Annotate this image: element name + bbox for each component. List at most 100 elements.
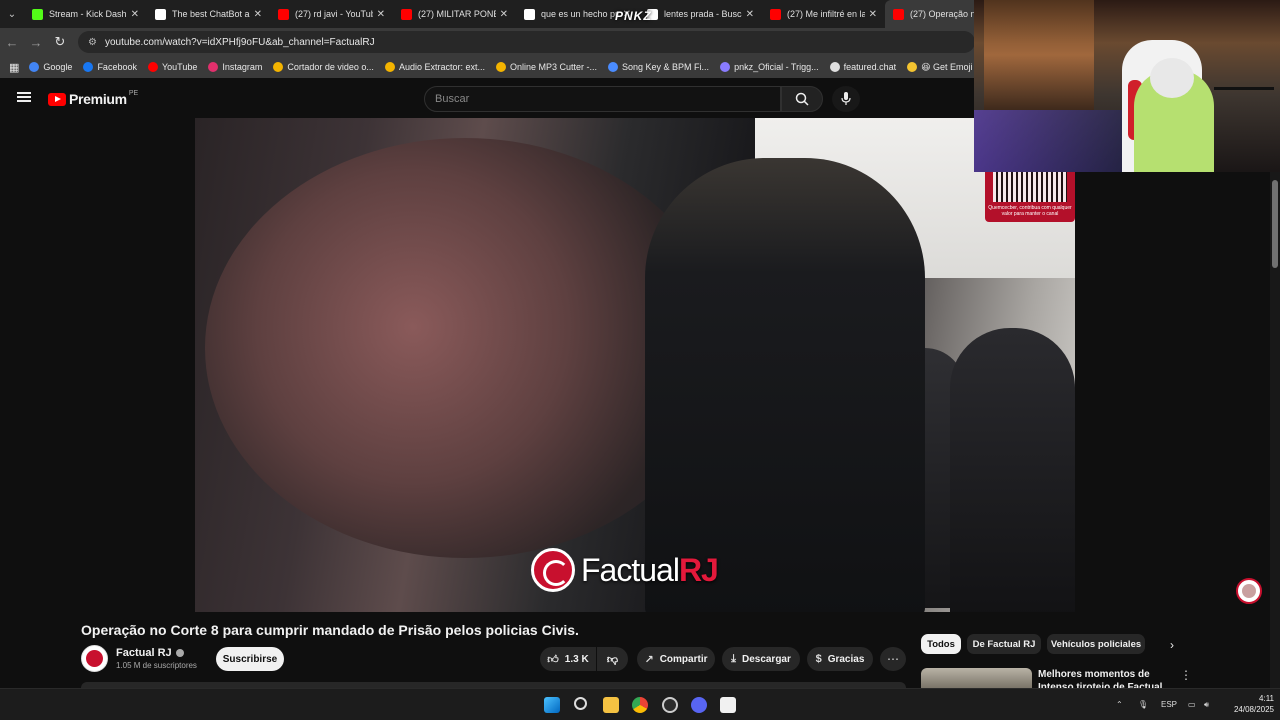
browser-tab[interactable]: Stream - Kick Dashbo ✕ [24, 0, 147, 28]
reload-icon[interactable]: ↻ [48, 34, 72, 50]
search-icon[interactable] [574, 697, 587, 710]
bookmark-item[interactable]: Instagram [208, 62, 262, 73]
bookmark-item[interactable]: Song Key & BPM Fi... [608, 62, 709, 73]
bookmark-item[interactable]: YouTube [147, 62, 198, 73]
share-label: Compartir [659, 653, 708, 665]
voice-search-button[interactable] [832, 86, 860, 112]
taskbar-clock[interactable]: 4:11 24/08/2025 [1222, 693, 1274, 715]
chip-from-channel[interactable]: De Factual RJ [967, 634, 1041, 654]
tab-close-icon[interactable]: ✕ [131, 9, 139, 20]
bookmark-label: Instagram [222, 62, 263, 72]
apps-grid-icon[interactable]: ▦ [9, 61, 19, 74]
tab-search-chevron-icon[interactable]: ⌄ [0, 0, 24, 28]
tab-close-icon[interactable]: ✕ [254, 9, 262, 20]
browser-tab[interactable]: (27) MILITAR PONE E ✕ [393, 0, 516, 28]
tab-close-icon[interactable]: ✕ [500, 9, 508, 20]
channel-name[interactable]: Factual RJ [116, 647, 172, 659]
bookmark-item[interactable]: pnkz_Oficial - Trigg... [720, 62, 819, 73]
qr-code-icon [993, 172, 1067, 202]
webcam-wall-decor [1214, 40, 1274, 90]
more-actions-button[interactable]: ⋯ [880, 647, 906, 671]
bookmark-item[interactable]: Online MP3 Cutter -... [495, 62, 597, 73]
like-button[interactable]: 👍︎ 1.3 K [540, 647, 596, 671]
bookmark-favicon-icon [907, 62, 918, 72]
url-field[interactable]: ⚙ youtube.com/watch?v=idXPHfj9oFU&ab_cha… [78, 31, 975, 53]
browser-tab[interactable]: lentes prada - Buscar ✕ [639, 0, 762, 28]
video-frame-officer [645, 158, 925, 612]
tab-close-icon[interactable]: ✕ [869, 9, 877, 20]
tab-favicon-icon [401, 8, 412, 20]
page-scrollbar[interactable] [1270, 172, 1280, 688]
tab-close-icon[interactable]: ✕ [377, 9, 385, 20]
search-icon [795, 92, 809, 106]
bookmark-item[interactable]: featured.chat [829, 62, 896, 73]
forward-arrow-icon[interactable]: → [24, 35, 48, 50]
bookmark-item[interactable]: Audio Extractor: ext... [384, 62, 485, 73]
recommended-menu-icon[interactable]: ⋮ [1180, 668, 1192, 682]
download-icon: ⤓ [731, 652, 736, 665]
bookmark-item[interactable]: Google [29, 62, 72, 73]
bookmark-favicon-icon [608, 62, 619, 72]
windows-taskbar [0, 688, 1280, 720]
tray-network-icon[interactable]: ▭ [1188, 700, 1196, 709]
tray-chevron-up-icon[interactable]: ⌃ [1116, 700, 1123, 709]
bookmark-label: pnkz_Oficial - Trigg... [734, 62, 819, 72]
browser-tab[interactable]: The best ChatBot and ✕ [147, 0, 270, 28]
qr-caption: Quemcecber, contribua com qualquer valor… [988, 205, 1072, 217]
share-button[interactable]: ↗ Compartir [637, 647, 715, 671]
tray-microphone-icon[interactable]: 🎙︎ [1138, 700, 1148, 709]
streamer-webcam [974, 0, 1280, 172]
tab-title: que es un hecho pu [541, 9, 619, 19]
logo-text: Premium [69, 91, 127, 107]
search-button[interactable] [781, 86, 823, 112]
bookmark-label: Facebook [97, 62, 137, 72]
search-input[interactable]: Buscar [424, 86, 781, 112]
bookmark-favicon-icon [83, 62, 94, 72]
tab-close-icon[interactable]: ✕ [746, 9, 754, 20]
floating-avatar[interactable] [1236, 578, 1262, 604]
webcam-window [984, 0, 1094, 110]
youtube-premium-logo[interactable]: Premium PE [48, 90, 138, 107]
capcut-icon[interactable] [720, 697, 736, 713]
back-arrow-icon[interactable]: ← [0, 35, 24, 50]
bookmark-label: Google [43, 62, 73, 72]
stream-overlay-logo: PNKZ [615, 9, 652, 23]
bookmark-favicon-icon [829, 62, 840, 72]
file-explorer-icon[interactable] [603, 697, 619, 713]
subscribe-button[interactable]: Suscribirse [216, 647, 284, 671]
chrome-icon[interactable] [632, 697, 648, 713]
recommended-title[interactable]: Melhores momentos de Intenso tiroteio de… [1038, 668, 1173, 688]
site-settings-icon[interactable]: ⚙ [88, 37, 97, 48]
tab-title: The best ChatBot and [172, 9, 250, 19]
bookmark-label: YouTube [161, 62, 198, 72]
tray-language[interactable]: ESP [1161, 700, 1177, 709]
dislike-button[interactable]: 👎︎ [597, 647, 628, 671]
discord-icon[interactable] [691, 697, 707, 713]
bookmark-favicon-icon [208, 62, 219, 72]
thanks-button[interactable]: $ Gracias [807, 647, 873, 671]
obs-icon[interactable] [662, 697, 678, 713]
bookmark-favicon-icon [147, 62, 158, 72]
windows-start-icon[interactable] [544, 697, 560, 713]
tab-favicon-icon [524, 8, 535, 20]
video-player[interactable]: FactualRJ [195, 118, 1075, 612]
share-arrow-icon: ↗ [644, 653, 654, 666]
browser-tab[interactable]: (27) Me infiltré en la ✕ [762, 0, 885, 28]
tab-favicon-icon [32, 8, 43, 20]
tray-volume-icon[interactable]: 🔊︎ [1204, 700, 1209, 710]
menu-hamburger-icon[interactable] [17, 92, 31, 102]
bookmark-item[interactable]: Cortador de video o... [273, 62, 374, 73]
scrollbar-thumb[interactable] [1272, 180, 1278, 268]
chip-police-vehicles[interactable]: Vehículos policiales [1047, 634, 1145, 654]
microphone-icon [841, 92, 851, 105]
bookmark-item[interactable]: 😆 Get Emoji — All... [907, 62, 975, 73]
channel-avatar[interactable] [81, 645, 108, 672]
download-button[interactable]: ⤓ Descargar [722, 647, 800, 671]
chevron-right-icon[interactable]: › [1162, 636, 1182, 654]
tab-title: (27) rd javi - YouTube [295, 9, 373, 19]
bookmark-label: Audio Extractor: ext... [398, 62, 485, 72]
bookmark-item[interactable]: Facebook [83, 62, 137, 73]
chip-all[interactable]: Todos [921, 634, 961, 654]
browser-tab[interactable]: (27) rd javi - YouTube ✕ [270, 0, 393, 28]
recommended-thumbnail[interactable] [921, 668, 1032, 688]
